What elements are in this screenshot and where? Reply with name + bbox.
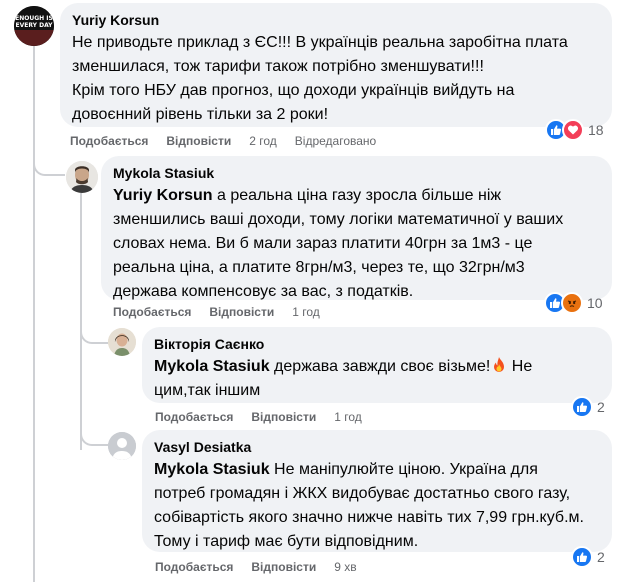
like-button[interactable]: Подобається	[155, 559, 233, 575]
timestamp[interactable]: 2 год	[249, 133, 277, 149]
reactions-summary[interactable]: 10	[544, 292, 603, 314]
avatar[interactable]	[66, 161, 98, 193]
avatar-text: ENOUGH IS	[15, 15, 53, 22]
comment-line: Yuriy Korsun а реальна ціна газу зросла …	[113, 184, 600, 208]
comment-bubble: Вікторія Саєнко Mykola Stasiuk держава з…	[142, 327, 612, 403]
comment-author[interactable]: Mykola Stasiuk	[113, 164, 600, 182]
timestamp[interactable]: 1 год	[292, 304, 320, 320]
like-reaction-icon	[571, 396, 593, 418]
avatar[interactable]	[108, 328, 136, 356]
comment-line: Mykola Stasiuk Не маніпулюйте ціною. Укр…	[154, 458, 600, 482]
timestamp[interactable]: 9 хв	[334, 559, 356, 575]
timestamp[interactable]: 1 год	[334, 409, 362, 425]
comment-line: Крім того НБУ дав прогноз, що доходи укр…	[72, 82, 515, 99]
reaction-count: 18	[588, 122, 604, 138]
comment-line: реальна ціна, а платите 8грн/м3, через т…	[113, 259, 525, 276]
comment-author[interactable]: Vasyl Desiatka	[154, 438, 600, 456]
angry-reaction-icon	[561, 292, 583, 314]
reaction-count: 10	[587, 295, 603, 311]
comment-line: держава компенсовує за вас, з податків.	[113, 283, 414, 300]
comment-author[interactable]: Вікторія Саєнко	[154, 335, 600, 353]
comment-line: цим,так іншим	[154, 382, 261, 399]
comment-bubble: Vasyl Desiatka Mykola Stasiuk Не маніпул…	[142, 430, 612, 552]
like-reaction-icon	[571, 546, 593, 568]
reactions-summary[interactable]: 2	[571, 396, 605, 418]
comment-line: Не приводьте приклад з ЄС!!! В українців…	[72, 34, 568, 51]
like-button[interactable]: Подобається	[70, 133, 148, 149]
comment-author[interactable]: Yuriy Korsun	[72, 11, 600, 29]
comment-actions: Подобається Відповісти 9 хв	[155, 559, 357, 575]
reactions-summary[interactable]: 2	[571, 546, 605, 568]
mention-link[interactable]: Mykola Stasiuk	[154, 461, 270, 478]
reaction-count: 2	[597, 549, 605, 565]
like-button[interactable]: Подобається	[113, 304, 191, 320]
reactions-summary[interactable]: 18	[545, 119, 604, 141]
comment-line: Тому і тариф має бути відповідним.	[154, 533, 419, 550]
comment-line: Mykola Stasiuk держава завжди своє візьм…	[154, 355, 600, 379]
comment-text: Mykola Stasiuk держава завжди своє візьм…	[154, 355, 600, 403]
comment-text-span: а реальна ціна газу зросла більше ніж	[212, 187, 502, 204]
comment-text: Yuriy Korsun а реальна ціна газу зросла …	[113, 184, 600, 304]
comment-line: зменшилася, тож тарифи також потрібно зм…	[72, 58, 484, 75]
edited-label[interactable]: Відредаговано	[295, 133, 376, 149]
reply-button[interactable]: Відповісти	[251, 409, 316, 425]
thread-line-main	[33, 44, 35, 582]
mention-link[interactable]: Yuriy Korsun	[113, 187, 213, 204]
reply-button[interactable]: Відповісти	[251, 559, 316, 575]
default-avatar-icon[interactable]	[108, 432, 136, 460]
comment-actions: Подобається Відповісти 1 год	[113, 304, 320, 320]
comment-text-span: Не маніпулюйте ціною. Україна для	[269, 461, 538, 478]
thread-connector	[33, 150, 65, 176]
comment-text: Не приводьте приклад з ЄС!!! В українців…	[72, 31, 600, 127]
comment-line: довоєнний рівень тільки за 2 роки!	[72, 106, 329, 123]
comment-actions: Подобається Відповісти 2 год Відредагова…	[70, 133, 376, 149]
comment-line: потреб громадян і ЖКХ видобуває достатнь…	[154, 485, 571, 502]
thread-connector	[80, 420, 108, 446]
like-button[interactable]: Подобається	[155, 409, 233, 425]
avatar-text: EVERY DAY	[16, 22, 54, 29]
comment-line: словах нема. Ви б мали зараз платити 40г…	[113, 235, 533, 252]
comment-bubble: Mykola Stasiuk Yuriy Korsun а реальна ці…	[101, 156, 612, 300]
comment-line: зменшились ваші доходи, тому логіки мате…	[113, 211, 564, 228]
mention-link[interactable]: Mykola Stasiuk	[154, 358, 270, 375]
comment-actions: Подобається Відповісти 1 год	[155, 409, 362, 425]
comment-text: Mykola Stasiuk Не маніпулюйте ціною. Укр…	[154, 458, 600, 554]
comment-line: собівартість якого значно нижче навіть т…	[154, 509, 584, 526]
love-reaction-icon	[562, 119, 584, 141]
reply-button[interactable]: Відповісти	[209, 304, 274, 320]
reaction-count: 2	[597, 399, 605, 415]
comment-text-span: Не	[507, 358, 533, 375]
comment-bubble: Yuriy Korsun Не приводьте приклад з ЄС!!…	[60, 3, 612, 127]
fire-emoji-icon	[494, 357, 505, 372]
avatar[interactable]: ENOUGH IS EVERY DAY	[14, 6, 54, 46]
thread-connector	[80, 318, 108, 344]
comment-text-span: держава завжди своє візьме!	[269, 358, 491, 375]
reply-button[interactable]: Відповісти	[166, 133, 231, 149]
